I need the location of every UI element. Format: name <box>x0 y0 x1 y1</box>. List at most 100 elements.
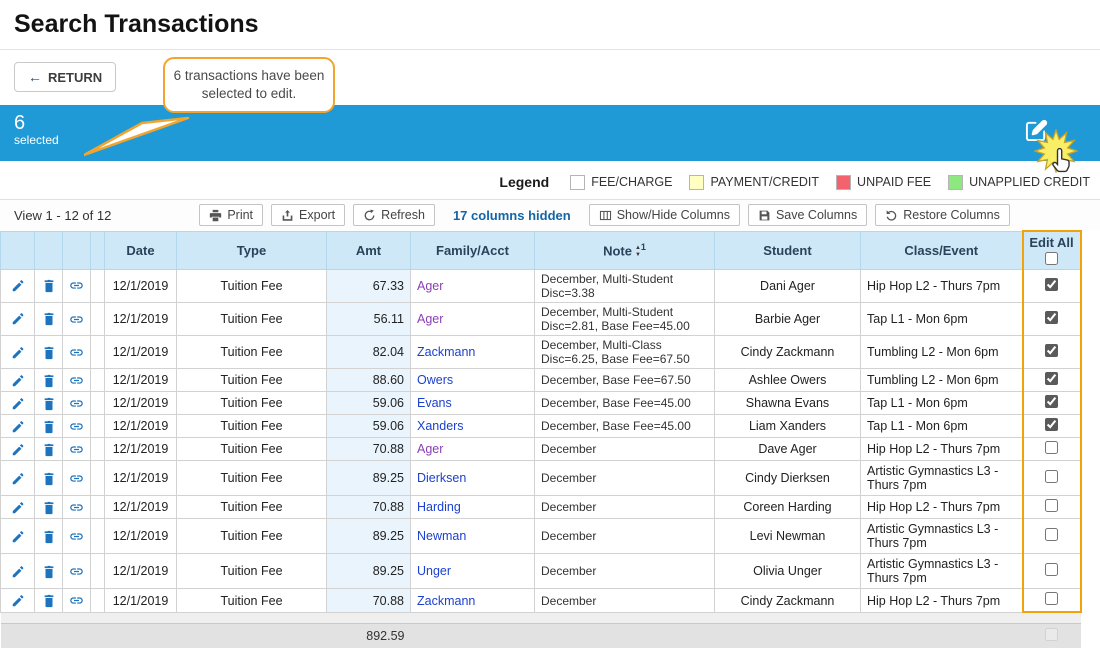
family-link[interactable]: Xanders <box>417 419 464 433</box>
row-link-button[interactable] <box>62 518 91 555</box>
row-link-button[interactable] <box>62 460 91 497</box>
date-cell: 12/1/2019 <box>104 414 177 439</box>
row-link-button[interactable] <box>62 414 91 439</box>
row-delete-button[interactable] <box>34 553 63 590</box>
footer-empty-cell <box>0 622 327 648</box>
restore-columns-button[interactable]: Restore Columns <box>875 204 1010 226</box>
column-header-note[interactable]: Note ▲ ▼ 1 <box>534 230 715 270</box>
family-link[interactable]: Zackmann <box>417 594 475 608</box>
row-delete-button[interactable] <box>34 301 63 337</box>
row-link-button[interactable] <box>62 495 91 520</box>
row-select-checkbox[interactable] <box>1045 344 1058 358</box>
family-cell: Zackmann <box>410 588 535 613</box>
row-select-checkbox[interactable] <box>1045 395 1058 409</box>
refresh-button[interactable]: Refresh <box>353 204 435 226</box>
select-all-checkbox[interactable] <box>1045 252 1058 266</box>
row-link-button[interactable] <box>62 368 91 393</box>
edit-checkbox-cell <box>1021 414 1082 439</box>
print-button[interactable]: Print <box>199 204 264 226</box>
row-edit-button[interactable] <box>0 553 35 590</box>
row-delete-button[interactable] <box>34 588 63 613</box>
family-cell: Dierksen <box>410 460 535 497</box>
return-button[interactable]: ← RETURN <box>14 62 117 92</box>
family-link[interactable]: Dierksen <box>417 471 466 485</box>
family-link[interactable]: Harding <box>417 500 461 514</box>
row-select-checkbox[interactable] <box>1045 418 1058 432</box>
note-cell: December <box>534 553 715 590</box>
family-link[interactable]: Ager <box>417 312 443 326</box>
row-edit-button[interactable] <box>0 437 35 462</box>
row-delete-button[interactable] <box>34 518 63 555</box>
family-link[interactable]: Ager <box>417 442 443 456</box>
student-cell: Olivia Unger <box>714 553 861 590</box>
columns-hidden-link[interactable]: 17 columns hidden <box>453 208 571 223</box>
row-link-button[interactable] <box>62 335 91 370</box>
type-cell: Tuition Fee <box>176 335 327 370</box>
family-link[interactable]: Newman <box>417 529 466 543</box>
row-edit-button[interactable] <box>0 268 35 303</box>
row-link-button[interactable] <box>62 301 91 337</box>
columns-icon <box>599 210 611 220</box>
row-edit-button[interactable] <box>0 368 35 393</box>
refresh-label: Refresh <box>381 208 425 222</box>
row-delete-button[interactable] <box>34 437 63 462</box>
row-delete-button[interactable] <box>34 335 63 370</box>
row-delete-button[interactable] <box>34 460 63 497</box>
row-link-button[interactable] <box>62 391 91 416</box>
header-row: Date Type Amt Family/Acct Note ▲ ▼ 1 Studen… <box>0 230 1082 270</box>
row-edit-button[interactable] <box>0 495 35 520</box>
row-edit-button[interactable] <box>0 335 35 370</box>
date-cell: 12/1/2019 <box>104 368 177 393</box>
row-link-button[interactable] <box>62 268 91 303</box>
row-link-button[interactable] <box>62 553 91 590</box>
legend-label: PAYMENT/CREDIT <box>710 175 820 189</box>
row-link-button[interactable] <box>62 437 91 462</box>
row-delete-button[interactable] <box>34 368 63 393</box>
pencil-icon <box>12 565 23 578</box>
class-event-cell: Tap L1 - Mon 6pm <box>860 391 1023 416</box>
note-cell: December <box>534 495 715 520</box>
row-select-checkbox[interactable] <box>1045 563 1058 577</box>
trash-icon <box>44 397 53 410</box>
row-select-checkbox[interactable] <box>1045 592 1058 606</box>
family-cell: Ager <box>410 268 535 303</box>
row-delete-button[interactable] <box>34 414 63 439</box>
chain-link-icon <box>70 315 83 323</box>
date-cell: 12/1/2019 <box>104 301 177 337</box>
row-select-checkbox[interactable] <box>1045 372 1058 386</box>
export-button[interactable]: Export <box>271 204 346 226</box>
row-edit-button[interactable] <box>0 588 35 613</box>
class-event-cell: Tumbling L2 - Mon 6pm <box>860 335 1023 370</box>
row-select-checkbox[interactable] <box>1045 499 1058 513</box>
row-link-button[interactable] <box>62 588 91 613</box>
row-select-checkbox[interactable] <box>1045 310 1058 324</box>
family-link[interactable]: Owers <box>417 373 453 387</box>
row-edit-button[interactable] <box>0 414 35 439</box>
save-columns-button[interactable]: Save Columns <box>747 204 868 226</box>
row-delete-button[interactable] <box>34 495 63 520</box>
show-hide-columns-button[interactable]: Show/Hide Columns <box>588 204 740 226</box>
note-cell: December, Base Fee=45.00 <box>534 414 715 439</box>
chain-link-icon <box>70 400 83 407</box>
family-link[interactable]: Evans <box>417 396 452 410</box>
family-link[interactable]: Zackmann <box>417 345 475 359</box>
edit-checkbox-cell <box>1021 335 1082 370</box>
row-select-checkbox[interactable] <box>1045 470 1058 484</box>
note-cell: December, Multi-Class Disc=6.25, Base Fe… <box>534 335 715 370</box>
transactions-tbody: 12/1/2019 Tuition Fee 67.33 Ager Decembe… <box>0 268 1082 614</box>
row-edit-button[interactable] <box>0 301 35 337</box>
family-link[interactable]: Ager <box>417 279 443 293</box>
type-cell: Tuition Fee <box>176 301 327 337</box>
row-delete-button[interactable] <box>34 268 63 303</box>
row-delete-button[interactable] <box>34 391 63 416</box>
pencil-icon <box>12 374 23 387</box>
row-select-checkbox[interactable] <box>1045 441 1058 455</box>
row-edit-button[interactable] <box>0 518 35 555</box>
row-select-checkbox[interactable] <box>1045 277 1058 291</box>
spacer-column-header <box>90 230 105 270</box>
row-edit-button[interactable] <box>0 460 35 497</box>
family-link[interactable]: Unger <box>417 564 451 578</box>
row-edit-button[interactable] <box>0 391 35 416</box>
class-event-cell: Tap L1 - Mon 6pm <box>860 414 1023 439</box>
row-select-checkbox[interactable] <box>1045 528 1058 542</box>
